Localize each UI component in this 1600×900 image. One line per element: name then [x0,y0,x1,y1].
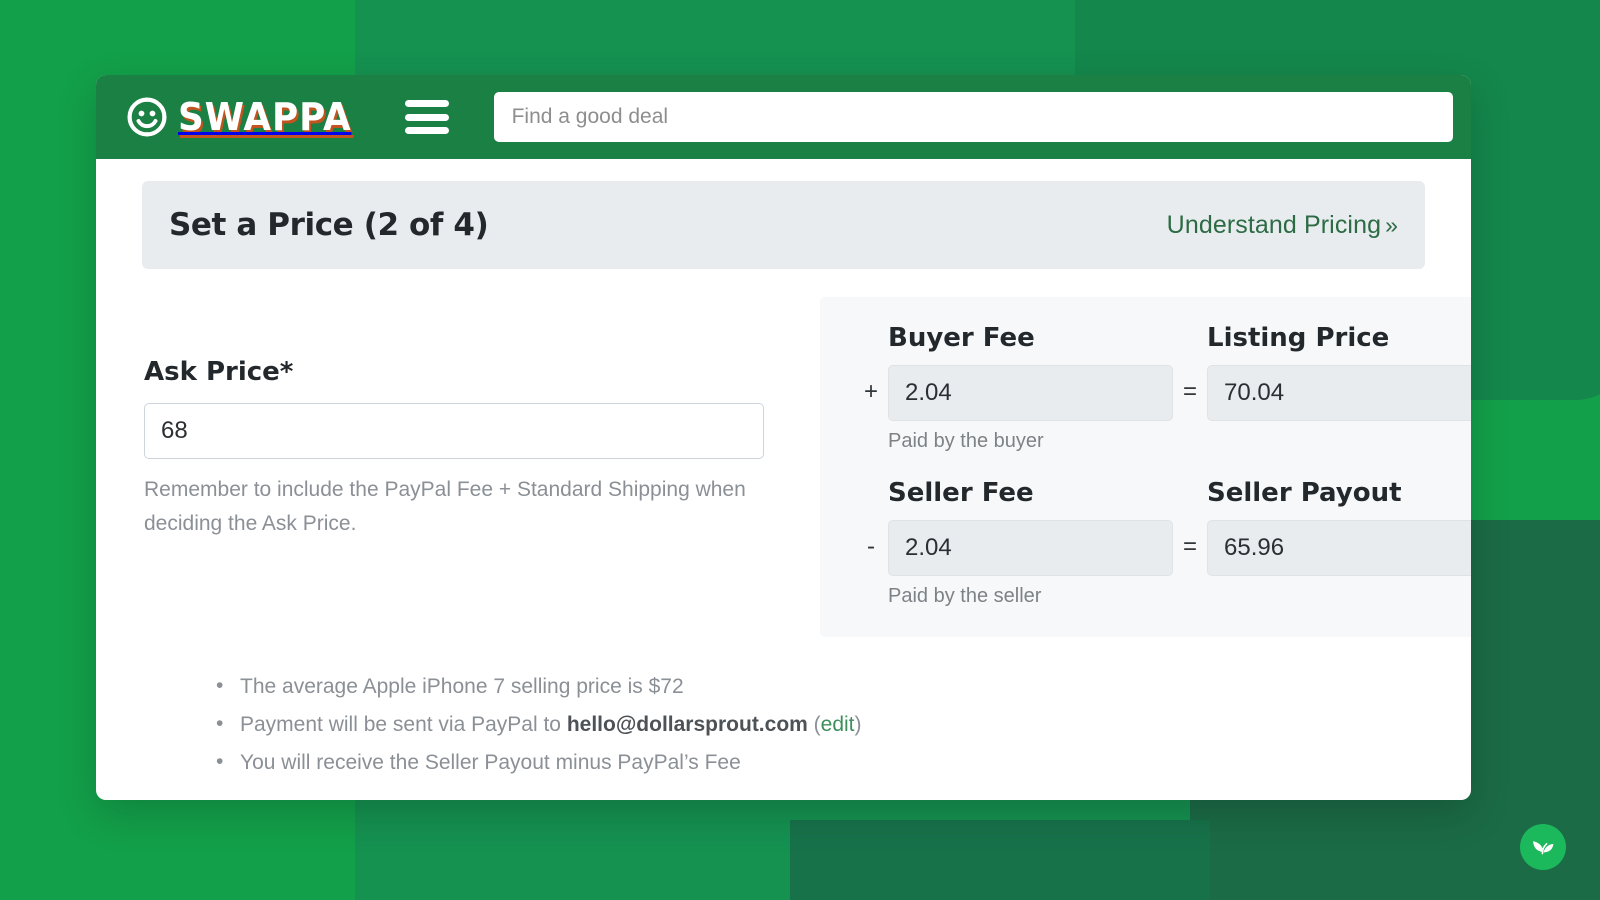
search-input[interactable] [494,92,1453,142]
hamburger-bar [405,114,449,121]
fee-row-buyer: + Buyer Fee Paid by the buyer = Listing … [854,323,1453,456]
sprout-leaf-icon [1528,830,1558,865]
ask-price-section: Ask Price* Remember to include the PayPa… [142,297,782,637]
operator-equals: = [1173,365,1207,419]
page-content: Set a Price (2 of 4) Understand Pricing»… [96,159,1471,779]
page-title: Set a Price (2 of 4) [169,207,488,243]
edit-email-link[interactable]: edit [821,713,855,736]
swappa-logo-link[interactable]: SWAPPA [126,96,363,138]
ask-price-label: Ask Price* [144,357,782,387]
seller-fee-field[interactable] [888,520,1173,576]
hamburger-menu-icon[interactable] [405,100,449,134]
understand-pricing-label: Understand Pricing [1167,211,1381,239]
info-notes-list: The average Apple iPhone 7 selling price… [214,671,1425,779]
buyer-fee-field[interactable] [888,365,1173,421]
app-window: SWAPPA Set a Price (2 of 4) Understand P… [96,75,1471,800]
page-background: SWAPPA Set a Price (2 of 4) Understand P… [0,0,1600,900]
list-item: The average Apple iPhone 7 selling price… [214,671,1425,703]
seller-payout-field[interactable] [1207,520,1471,576]
open-paren: ( [808,713,821,736]
list-item: Payment will be sent via PayPal to hello… [214,709,1425,741]
hamburger-bar [405,127,449,134]
close-paren: ) [855,713,862,736]
operator-minus: - [854,520,888,574]
seller-fee-group: Seller Fee Paid by the seller [888,478,1173,611]
ask-price-input[interactable] [144,403,764,459]
fee-row-seller: - Seller Fee Paid by the seller = Seller… [854,478,1453,611]
listing-price-label: Listing Price [1207,323,1471,357]
ask-price-help-text: Remember to include the PayPal Fee + Sta… [144,473,764,541]
background-shape-wedge [0,806,110,900]
listing-price-group: Listing Price [1207,323,1471,456]
double-chevron-right-icon: » [1385,212,1398,238]
listing-price-field[interactable] [1207,365,1471,421]
list-item: You will receive the Seller Payout minus… [214,747,1425,779]
understand-pricing-link[interactable]: Understand Pricing» [1167,211,1398,240]
seller-fee-note: Paid by the seller [888,585,1173,611]
seller-fee-label: Seller Fee [888,478,1173,512]
swappa-smiley-icon [126,96,168,138]
pricing-body: Ask Price* Remember to include the PayPa… [142,297,1425,637]
operator-equals: = [1173,520,1207,574]
swappa-wordmark: SWAPPA [178,98,352,136]
buyer-fee-group: Buyer Fee Paid by the buyer [888,323,1173,456]
note-average-price: The average Apple iPhone 7 selling price… [240,675,684,698]
operator-plus: + [854,365,888,419]
sprout-badge-button[interactable] [1520,824,1566,870]
step-header: Set a Price (2 of 4) Understand Pricing» [142,181,1425,269]
buyer-fee-note: Paid by the buyer [888,430,1173,456]
top-navigation-bar: SWAPPA [96,75,1471,159]
background-shape-strip [790,820,1210,900]
buyer-fee-label: Buyer Fee [888,323,1173,357]
note-payout-minus-fee: You will receive the Seller Payout minus… [240,751,741,774]
fee-breakdown-panel: + Buyer Fee Paid by the buyer = Listing … [820,297,1471,637]
seller-payout-label: Seller Payout [1207,478,1471,512]
hamburger-bar [405,100,449,107]
note-payment-prefix: Payment will be sent via PayPal to [240,713,567,736]
seller-payout-group: Seller Payout [1207,478,1471,611]
paypal-email: hello@dollarsprout.com [567,713,808,736]
